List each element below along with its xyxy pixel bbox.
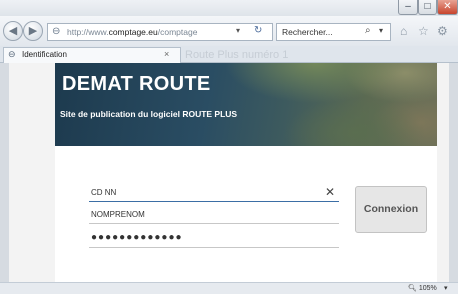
address-dropdown-icon[interactable]: ▾ [236, 26, 240, 35]
forward-button[interactable]: ▶ [23, 21, 43, 41]
username-value: NOMPRENOM [91, 210, 145, 219]
close-tab-icon[interactable]: × [164, 49, 169, 59]
zoom-dropdown-icon[interactable]: ▾ [444, 284, 448, 292]
search-box[interactable]: Rechercher... ⌕ ▾ [276, 23, 391, 41]
password-value: ●●●●●●●●●●●●● [91, 232, 183, 243]
address-url: http://www.comptage.eu/comptage [67, 27, 197, 37]
zoom-level[interactable]: 🔍︎ 105% [408, 284, 437, 292]
browser-window: – □ ✕ ◀ ▶ ⊖ http://www.comptage.eu/compt… [0, 0, 458, 294]
url-path: /comptage [157, 27, 198, 37]
tab-page-icon: ⊖ [8, 49, 16, 59]
favorites-star-icon[interactable]: ☆ [418, 24, 429, 38]
page-icon: ⊖ [52, 26, 61, 37]
page-subtitle: Site de publication du logiciel ROUTE PL… [60, 109, 238, 119]
search-input[interactable]: Rechercher... [282, 27, 333, 37]
url-prefix: http://www. [67, 27, 109, 37]
address-bar[interactable]: ⊖ http://www.comptage.eu/comptage ▾ ↻ [47, 23, 273, 41]
login-code-field[interactable]: CD NN ✕ [89, 184, 339, 202]
url-domain: comptage.eu [108, 27, 158, 37]
search-icon[interactable]: ⌕ [365, 25, 371, 36]
navigation-bar: ◀ ▶ ⊖ http://www.comptage.eu/comptage ▾ … [0, 16, 458, 46]
login-code-value: CD NN [91, 188, 117, 197]
clear-field-icon[interactable]: ✕ [325, 185, 335, 199]
tab-bar: ⊖ Identification × Route Plus numéro 1 [0, 46, 458, 63]
tab-identification[interactable]: ⊖ Identification × [3, 47, 181, 63]
close-window-button[interactable]: ✕ [437, 0, 458, 15]
password-field[interactable]: ●●●●●●●●●●●●● [89, 230, 339, 248]
home-icon[interactable]: ⌂ [400, 24, 407, 38]
page-content: DEMAT ROUTE Site de publication du logic… [9, 63, 449, 282]
username-field[interactable]: NOMPRENOM [89, 206, 339, 224]
refresh-icon[interactable]: ↻ [254, 25, 262, 36]
zoom-value: 105% [418, 285, 437, 292]
connexion-button[interactable]: Connexion [355, 186, 427, 233]
status-bar: 🔍︎ 105% ▾ [0, 282, 458, 294]
login-form: CD NN ✕ NOMPRENOM ●●●●●●●●●●●●● Connexio… [55, 146, 437, 282]
back-button[interactable]: ◀ [3, 21, 23, 41]
minimize-button[interactable]: – [398, 0, 418, 15]
search-dropdown-icon[interactable]: ▾ [379, 26, 383, 35]
maximize-button[interactable]: □ [418, 0, 437, 15]
settings-gear-icon[interactable]: ⚙ [437, 24, 448, 38]
header-banner: DEMAT ROUTE Site de publication du logic… [55, 63, 437, 146]
title-bar: – □ ✕ [0, 0, 458, 16]
tab-label: Identification [22, 50, 67, 59]
page-title: DEMAT ROUTE [62, 73, 211, 95]
ghost-tab-label: Route Plus numéro 1 [185, 49, 289, 61]
